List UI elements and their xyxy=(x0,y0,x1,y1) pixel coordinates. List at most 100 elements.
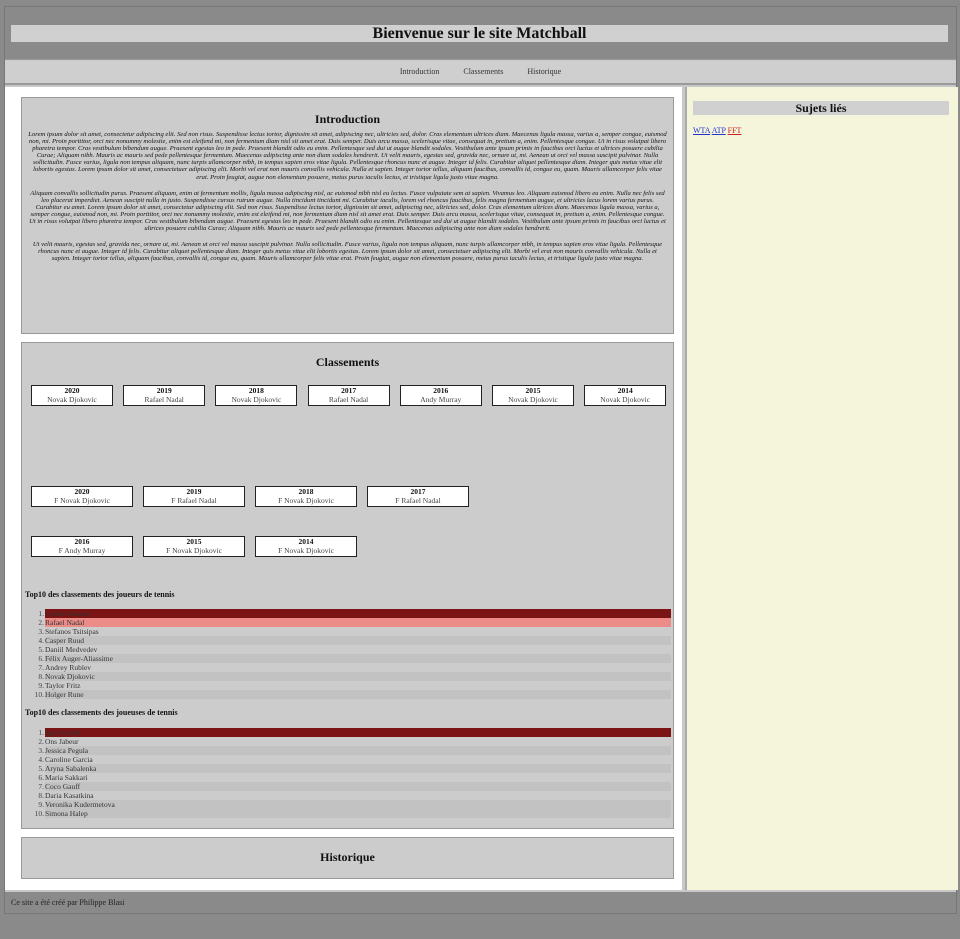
top10-men-list: 1. Carlos Alcaraz 2. Rafael Nadal 3. Stefanos… xyxy=(25,609,671,699)
ranking-list-item: 1. Carlos Alcaraz xyxy=(25,609,671,618)
ranking-list-item: 2. Ons Jabeur xyxy=(25,737,671,746)
rank-number: 9. xyxy=(38,681,44,690)
ranking-card-player: F Rafael Nadal xyxy=(171,496,217,505)
top10-men-title: Top10 des classements des joueurs de ten… xyxy=(25,590,175,599)
rank-number: 3. xyxy=(38,746,44,755)
ranking-list-item: 4. Caroline Garcia xyxy=(25,755,671,764)
ranking-card-player: F Novak Djokovic xyxy=(278,546,334,555)
ranking-list-item: 6. Félix Auger-Aliassime xyxy=(25,654,671,663)
ranking-card-year: 2019 xyxy=(156,386,172,395)
ranking-card-year: 2016 xyxy=(433,386,449,395)
link-fft[interactable]: FFT xyxy=(728,126,742,135)
player-name: Taylor Fritz xyxy=(45,681,81,690)
player-name: Iga Swiatek xyxy=(45,728,671,737)
rank-number: 10. xyxy=(34,690,44,699)
ranking-card: 2015 F Novak Djokovic xyxy=(143,536,245,557)
player-name: Daria Kasatkina xyxy=(45,791,94,800)
player-name: Félix Auger-Aliassime xyxy=(45,654,671,663)
ranking-card-player: Novak Djokovic xyxy=(508,395,558,404)
ranking-list-item: 6. Maria Sakkari xyxy=(25,773,671,782)
rank-number: 7. xyxy=(38,782,44,791)
player-name: Casper Ruud xyxy=(45,636,671,645)
player-name: Jessica Pegula xyxy=(45,746,671,755)
ranking-card: 2020 F Novak Djokovic xyxy=(31,486,133,507)
player-name: Rafael Nadal xyxy=(45,618,671,627)
rank-number: 9. xyxy=(38,800,44,809)
ranking-card: 2015 Novak Djokovic xyxy=(492,385,574,406)
ranking-list-item: 7. Coco Gauff xyxy=(25,782,671,791)
ranking-list-item: 8. Daria Kasatkina xyxy=(25,791,671,800)
player-name: Maria Sakkari xyxy=(45,773,88,782)
main-content: Introduction Lorem ipsum dolor sit amet,… xyxy=(5,87,682,890)
player-name: Simona Halep xyxy=(45,809,671,818)
link-atp[interactable]: ATP xyxy=(712,126,726,135)
player-name: Veronika Kudermetova xyxy=(45,800,671,809)
related-links: WTA ATP FFT xyxy=(693,126,741,135)
historique-title: Historique xyxy=(320,850,375,864)
ranking-card-player: F Novak Djokovic xyxy=(166,546,222,555)
ranking-card: 2017 Rafael Nadal xyxy=(307,385,390,406)
player-name: Caroline Garcia xyxy=(45,755,93,764)
rank-number: 4. xyxy=(38,755,44,764)
ranking-card: 2016 Andy Murray xyxy=(399,385,482,406)
ranking-list-item: 3. Stefanos Tsitsipas xyxy=(25,627,671,636)
rank-number: 8. xyxy=(38,672,44,681)
ranking-card-player: Novak Djokovic xyxy=(47,395,97,404)
ranking-list-item: 9. Veronika Kudermetova xyxy=(25,800,671,809)
ranking-card: 2017 F Rafael Nadal xyxy=(367,486,469,507)
introduction-section: Introduction Lorem ipsum dolor sit amet,… xyxy=(21,97,674,334)
link-wta[interactable]: WTA xyxy=(693,126,710,135)
footer-credit: Ce site a été créé par Philippe Blasi xyxy=(11,898,125,907)
ranking-card: 2018 Novak Djokovic xyxy=(215,385,298,406)
ranking-list-item: 3. Jessica Pegula xyxy=(25,746,671,755)
nav-link-classements[interactable]: Classements xyxy=(463,67,503,76)
introduction-title: Introduction xyxy=(314,112,381,126)
classements-section: Classements 2020 Novak Djokovic 2019 Rafael… xyxy=(21,342,674,829)
rank-number: 5. xyxy=(38,764,44,773)
nav-link-introduction[interactable]: Introduction xyxy=(400,67,440,76)
player-name: Holger Rune xyxy=(45,690,671,699)
nav-link-historique[interactable]: Historique xyxy=(527,67,561,76)
player-name: Aryna Sabalenka xyxy=(45,764,671,773)
site-title: Bienvenue sur le site Matchball xyxy=(11,25,948,42)
ranking-card: 2018 F Novak Djokovic xyxy=(255,486,357,507)
ranking-list-item: 5. Aryna Sabalenka xyxy=(25,764,671,773)
ranking-card-player: F Novak Djokovic xyxy=(54,496,110,505)
introduction-text: Lorem ipsum dolor sit amet, consectetur … xyxy=(22,127,673,263)
ranking-card-player: F Andy Murray xyxy=(58,546,106,555)
player-name: Ons Jabeur xyxy=(45,737,79,746)
header: Bienvenue sur le site Matchball xyxy=(5,7,956,60)
ranking-card-year: 2016 xyxy=(74,537,90,546)
rank-number: 10. xyxy=(34,809,44,818)
ranking-card: 2016 F Andy Murray xyxy=(31,536,133,557)
classements-title: Classements xyxy=(315,355,380,369)
ranking-card: 2014 Novak Djokovic xyxy=(584,385,667,406)
rank-number: 1. xyxy=(38,728,44,737)
rank-number: 2. xyxy=(38,618,44,627)
player-name: Stefanos Tsitsipas xyxy=(45,627,99,636)
ranking-card-player: Novak Djokovic xyxy=(600,395,651,404)
page-frame: Bienvenue sur le site Matchball Introduc… xyxy=(4,6,958,914)
ranking-list-item: 2. Rafael Nadal xyxy=(25,618,671,627)
ranking-list-item: 1. Iga Swiatek xyxy=(25,728,671,737)
ranking-card-year: 2018 xyxy=(248,386,264,395)
rank-number: 2. xyxy=(38,737,44,746)
main-nav: Introduction Classements Historique xyxy=(5,61,956,85)
ranking-card-year: 2014 xyxy=(617,386,633,395)
ranking-list-item: 7. Andrey Rublev xyxy=(25,663,671,672)
ranking-card-player: Rafael Nadal xyxy=(144,395,184,404)
player-name: Coco Gauff xyxy=(45,782,671,791)
rank-number: 7. xyxy=(38,663,44,672)
related-topics-sidebar: Sujets liés WTA ATP FFT xyxy=(685,87,958,890)
ranking-card-year: 2014 xyxy=(298,537,314,546)
ranking-list-item: 4. Casper Ruud xyxy=(25,636,671,645)
player-name: Daniil Medvedev xyxy=(45,645,98,654)
introduction-paragraph: Aliquam convallis sollicitudin purus. Pr… xyxy=(29,189,666,233)
ranking-card-player: F Novak Djokovic xyxy=(278,496,334,505)
ranking-card-year: 2020 xyxy=(74,487,90,496)
footer: Ce site a été créé par Philippe Blasi xyxy=(5,892,956,913)
ranking-list-item: 9. Taylor Fritz xyxy=(25,681,671,690)
ranking-card-year: 2015 xyxy=(525,386,541,395)
ranking-list-item: 5. Daniil Medvedev xyxy=(25,645,671,654)
ranking-card-year: 2015 xyxy=(186,537,202,546)
